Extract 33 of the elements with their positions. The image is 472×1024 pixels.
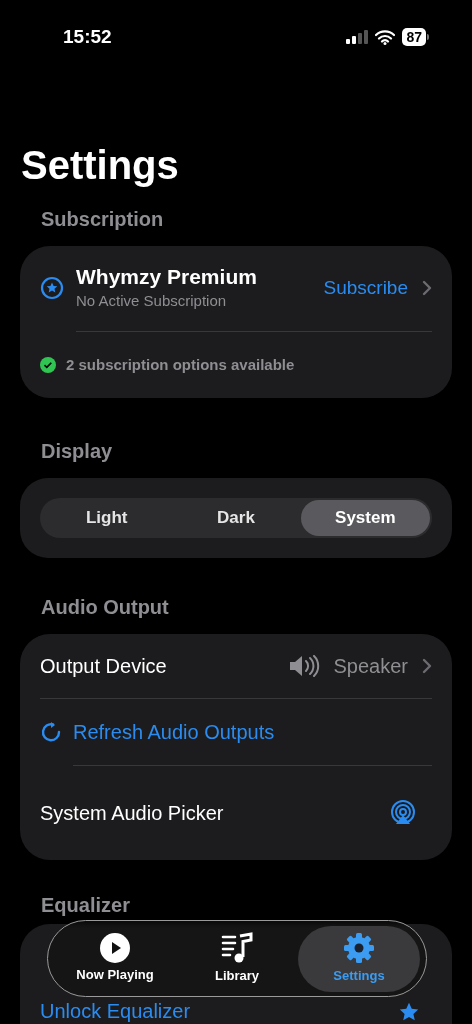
signal-icon xyxy=(346,30,369,44)
star-circle-icon xyxy=(40,276,64,301)
chevron-right-icon xyxy=(422,657,432,674)
music-list-icon xyxy=(221,931,253,964)
options-note: 2 subscription options available xyxy=(66,354,295,375)
battery-level: 87 xyxy=(402,28,426,46)
status-time: 15:52 xyxy=(63,24,112,49)
appearance-option[interactable]: Light xyxy=(42,500,172,536)
refresh-button[interactable]: Refresh Audio Outputs xyxy=(40,698,275,765)
refresh-icon xyxy=(40,720,62,743)
section-header: Audio Output xyxy=(40,594,170,620)
wifi-icon xyxy=(375,29,396,45)
section-header: Subscription xyxy=(40,207,165,232)
chevron-right-icon xyxy=(422,280,432,297)
subscription-status: No Active Subscription xyxy=(76,291,228,311)
check-circle-icon xyxy=(40,356,56,373)
page-title: Settings xyxy=(20,142,180,188)
tab-item[interactable]: Now Playing xyxy=(54,925,176,992)
airplay-audio-icon[interactable] xyxy=(390,799,416,826)
subscribe-link[interactable]: Subscribe xyxy=(323,274,408,303)
tab-item[interactable]: Library xyxy=(176,925,298,992)
section-header: Display xyxy=(40,439,114,464)
settings-icon xyxy=(343,931,375,964)
speaker-icon xyxy=(288,654,321,677)
play-circle-icon xyxy=(100,932,130,963)
row-label: System Audio Picker xyxy=(40,800,225,826)
row-value: Speaker xyxy=(333,653,408,679)
appearance-option[interactable]: Dark xyxy=(171,500,301,536)
section-header: Equalizer xyxy=(40,892,131,918)
product-name: Whymzy Premium xyxy=(76,264,258,290)
unlock-link[interactable]: Unlock Equalizer xyxy=(40,1000,398,1023)
appearance-option[interactable]: System xyxy=(300,500,430,536)
row-label: Output Device xyxy=(40,653,168,679)
